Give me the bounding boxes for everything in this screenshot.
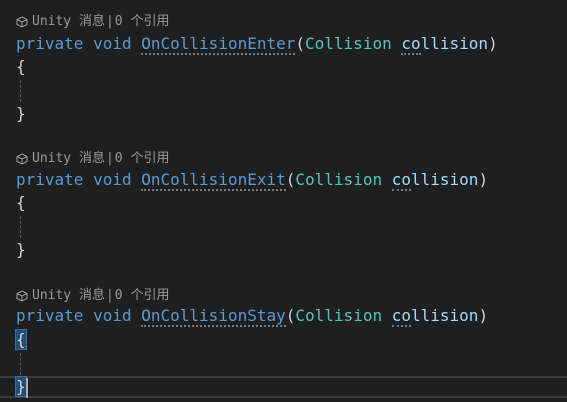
close-paren: ) — [478, 170, 489, 189]
return-type-keyword: void — [93, 170, 132, 189]
close-brace: } — [16, 240, 26, 259]
param-type[interactable]: Collision — [295, 306, 382, 325]
open-brace: { — [16, 193, 26, 212]
brace-match-highlight: } — [15, 376, 27, 397]
method-name[interactable]: OnCollisionStay — [141, 306, 286, 327]
unity-cube-icon — [16, 290, 28, 302]
unity-cube-icon — [16, 153, 28, 165]
return-type-keyword: void — [93, 306, 132, 325]
close-brace-highlighted: } — [15, 376, 27, 398]
unity-cube-icon — [16, 16, 28, 28]
open-brace: { — [16, 57, 26, 76]
indent-guide — [20, 80, 21, 102]
code-editor[interactable]: Unity 消息 | 0 个引用 private void OnCollisionE… — [0, 0, 567, 402]
close-paren: ) — [478, 306, 489, 325]
open-paren: ( — [285, 170, 296, 189]
codelens-separator: | — [105, 151, 114, 166]
method-signature-onCollisionEnter[interactable]: private void OnCollisionEnter(Collision … — [16, 33, 498, 55]
param-name[interactable]: collision — [391, 170, 478, 191]
param-name[interactable]: collision — [391, 306, 478, 327]
modifier-keyword: private — [16, 170, 84, 189]
codelens-separator: | — [105, 14, 114, 29]
codelens-onCollisionStay[interactable]: Unity 消息 | 0 个引用 — [16, 286, 169, 306]
indent-guide — [20, 216, 21, 238]
close-paren: ) — [488, 34, 498, 53]
codelens-onCollisionEnter[interactable]: Unity 消息 | 0 个引用 — [16, 12, 169, 32]
open-paren: ( — [295, 34, 306, 53]
param-type[interactable]: Collision — [295, 170, 382, 189]
indent-guide — [20, 353, 21, 375]
param-type[interactable]: Collision — [305, 34, 392, 53]
codelens-prefix[interactable]: Unity 消息 — [32, 12, 105, 32]
open-brace-highlighted: { — [15, 329, 27, 351]
codelens-prefix[interactable]: Unity 消息 — [32, 149, 105, 169]
open-paren: ( — [285, 306, 296, 325]
codelens-refs[interactable]: 0 个引用 — [115, 12, 170, 32]
method-name[interactable]: OnCollisionEnter — [141, 34, 296, 55]
codelens-separator: | — [105, 288, 114, 303]
close-brace: } — [16, 104, 26, 123]
modifier-keyword: private — [16, 34, 84, 53]
codelens-onCollisionExit[interactable]: Unity 消息 | 0 个引用 — [16, 149, 169, 169]
param-name[interactable]: collision — [401, 34, 488, 55]
text-caret — [26, 378, 28, 398]
return-type-keyword: void — [93, 34, 132, 53]
method-signature-onCollisionExit[interactable]: private void OnCollisionExit(Collision c… — [16, 169, 488, 191]
method-name[interactable]: OnCollisionExit — [141, 170, 286, 191]
method-signature-onCollisionStay[interactable]: private void OnCollisionStay(Collision c… — [16, 305, 488, 327]
codelens-refs[interactable]: 0 个引用 — [115, 286, 170, 306]
modifier-keyword: private — [16, 306, 84, 325]
brace-match-highlight: { — [15, 329, 27, 350]
current-line-highlight — [0, 376, 567, 398]
codelens-prefix[interactable]: Unity 消息 — [32, 286, 105, 306]
codelens-refs[interactable]: 0 个引用 — [115, 149, 170, 169]
